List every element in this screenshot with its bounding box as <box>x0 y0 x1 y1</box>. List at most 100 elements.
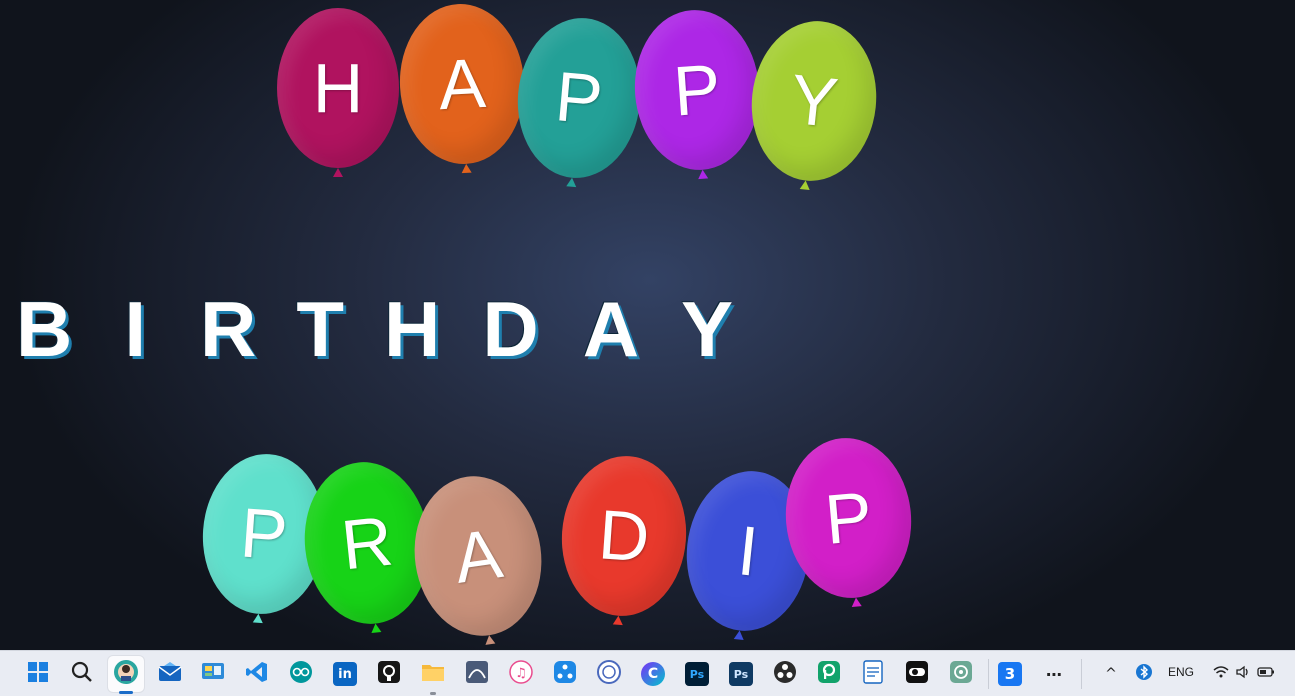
seal-app-icon <box>597 659 621 689</box>
name-balloon-letter: D <box>596 495 652 577</box>
balloon-knot <box>733 630 745 641</box>
notepad-icon <box>862 659 884 689</box>
balloon-knot <box>484 634 496 645</box>
happy-balloon-letter: Y <box>786 59 842 143</box>
taskbar-control-panel-button[interactable] <box>195 656 231 692</box>
bluetooth-tray-button[interactable] <box>1126 656 1162 692</box>
birthday-letter: D <box>482 285 539 373</box>
balloon-knot <box>566 177 578 188</box>
file-explorer-icon <box>421 661 445 688</box>
taskbar-photoshop-classic-button[interactable]: Ps <box>723 656 759 692</box>
canva-icon: C <box>641 662 665 686</box>
birthday-word: BIRTHDAY <box>16 290 733 368</box>
happy-balloon: P <box>511 12 647 188</box>
balloon-knot <box>697 169 709 180</box>
taskbar-canva-button[interactable]: C <box>635 656 671 692</box>
taskbar-arduino-button[interactable] <box>283 656 319 692</box>
more-icon: ⋯ <box>1046 664 1062 684</box>
taskbar-separator <box>1081 659 1082 689</box>
control-panel-icon <box>201 661 225 688</box>
taskbar-file-explorer-button[interactable] <box>415 656 451 695</box>
volume-icon <box>1235 665 1251 684</box>
taskbar-photoshop-button[interactable]: Ps <box>679 656 715 692</box>
taskbar-vscode-button[interactable] <box>239 656 275 692</box>
birthday-letter: H <box>384 285 441 373</box>
name-balloon-letter: I <box>734 511 762 591</box>
input-language-indicator[interactable]: ENG <box>1168 665 1194 679</box>
happy-balloon: H <box>277 8 399 177</box>
taskbar-linkedin-button[interactable]: in <box>327 656 363 692</box>
happy-balloon-letter: P <box>552 57 606 139</box>
toggle-app-icon <box>905 660 929 689</box>
happy-balloon-letter: P <box>670 49 724 131</box>
search-icon <box>71 661 93 688</box>
arduino-icon <box>289 660 313 689</box>
taskbar-search-button[interactable] <box>64 656 100 692</box>
taskbar-mail-button[interactable] <box>152 656 188 692</box>
taskbar-chatgpt-button[interactable] <box>943 656 979 692</box>
taskbar-toggle-app-button[interactable] <box>899 656 935 692</box>
name-balloon: A <box>404 468 552 645</box>
balloon-knot <box>370 623 382 634</box>
taskbar-github-button[interactable] <box>371 656 407 692</box>
balloon-knot <box>461 163 472 174</box>
balloon-knot <box>850 597 862 608</box>
birthday-letter: I <box>124 285 147 373</box>
birthday-letter: A <box>582 285 640 373</box>
shareit-icon <box>553 660 577 689</box>
balloon-knot <box>612 615 624 626</box>
wireshark-icon <box>465 660 489 689</box>
start-icon <box>27 661 49 688</box>
happy-balloon-letter: A <box>436 43 488 125</box>
show-hidden-icons-button[interactable]: ^ <box>1093 656 1129 692</box>
name-balloon-letter: A <box>449 514 507 598</box>
taskbar: in ♫ C Ps Ps 3 ⋯ ^ ENG <box>0 650 1295 696</box>
name-balloon-letter: R <box>337 501 397 585</box>
linkedin-icon: in <box>333 662 357 686</box>
active-app-indicator <box>119 691 133 694</box>
chevron-up-icon: ^ <box>1105 666 1117 682</box>
happy-balloon-letter: H <box>312 49 364 127</box>
threads-app-icon: 3 <box>998 662 1022 686</box>
balloon-knot <box>799 180 811 191</box>
name-balloon: D <box>556 451 692 626</box>
birthday-letter: B <box>16 285 73 373</box>
desktop-wallpaper: HAPPY BIRTHDAY PRADIP <box>0 0 1295 650</box>
taskbar-obs-button[interactable] <box>767 656 803 692</box>
balloon-knot <box>252 613 264 624</box>
birthday-letter: Y <box>681 285 734 373</box>
mail-icon <box>158 661 182 688</box>
edge-profile-icon <box>113 659 139 690</box>
vscode-icon <box>245 660 269 689</box>
birthday-letter: R <box>200 285 257 373</box>
taskbar-edge-profile-button[interactable] <box>108 656 144 694</box>
taskbar-threads-app-button[interactable]: 3 <box>992 656 1028 692</box>
itunes-icon: ♫ <box>509 659 533 689</box>
balloon-knot <box>333 168 343 177</box>
svg-text:♫: ♫ <box>515 666 527 681</box>
happy-balloon: P <box>629 5 765 180</box>
github-icon <box>377 660 401 689</box>
taskbar-shareit-button[interactable] <box>547 656 583 692</box>
taskbar-separator <box>988 659 989 689</box>
photoshop-classic-icon: Ps <box>729 662 753 686</box>
wifi-icon <box>1213 665 1229 684</box>
battery-icon <box>1257 665 1275 683</box>
name-balloon-letter: P <box>237 493 291 575</box>
running-app-indicator <box>430 692 436 695</box>
photoshop-icon: Ps <box>685 662 709 686</box>
bluetooth-icon <box>1135 663 1153 686</box>
taskbar-more-button[interactable]: ⋯ <box>1036 656 1072 692</box>
taskbar-start-button[interactable] <box>20 656 56 692</box>
taskbar-picsart-button[interactable] <box>811 656 847 692</box>
taskbar-notepad-button[interactable] <box>855 656 891 692</box>
happy-balloon: Y <box>743 14 885 191</box>
birthday-letter: T <box>296 285 345 373</box>
taskbar-itunes-button[interactable]: ♫ <box>503 656 539 692</box>
quick-settings-button[interactable] <box>1204 656 1284 692</box>
taskbar-wireshark-button[interactable] <box>459 656 495 692</box>
name-balloon-letter: P <box>821 477 876 559</box>
obs-icon <box>773 660 797 689</box>
chatgpt-icon <box>949 660 973 689</box>
taskbar-seal-app-button[interactable] <box>591 656 627 692</box>
